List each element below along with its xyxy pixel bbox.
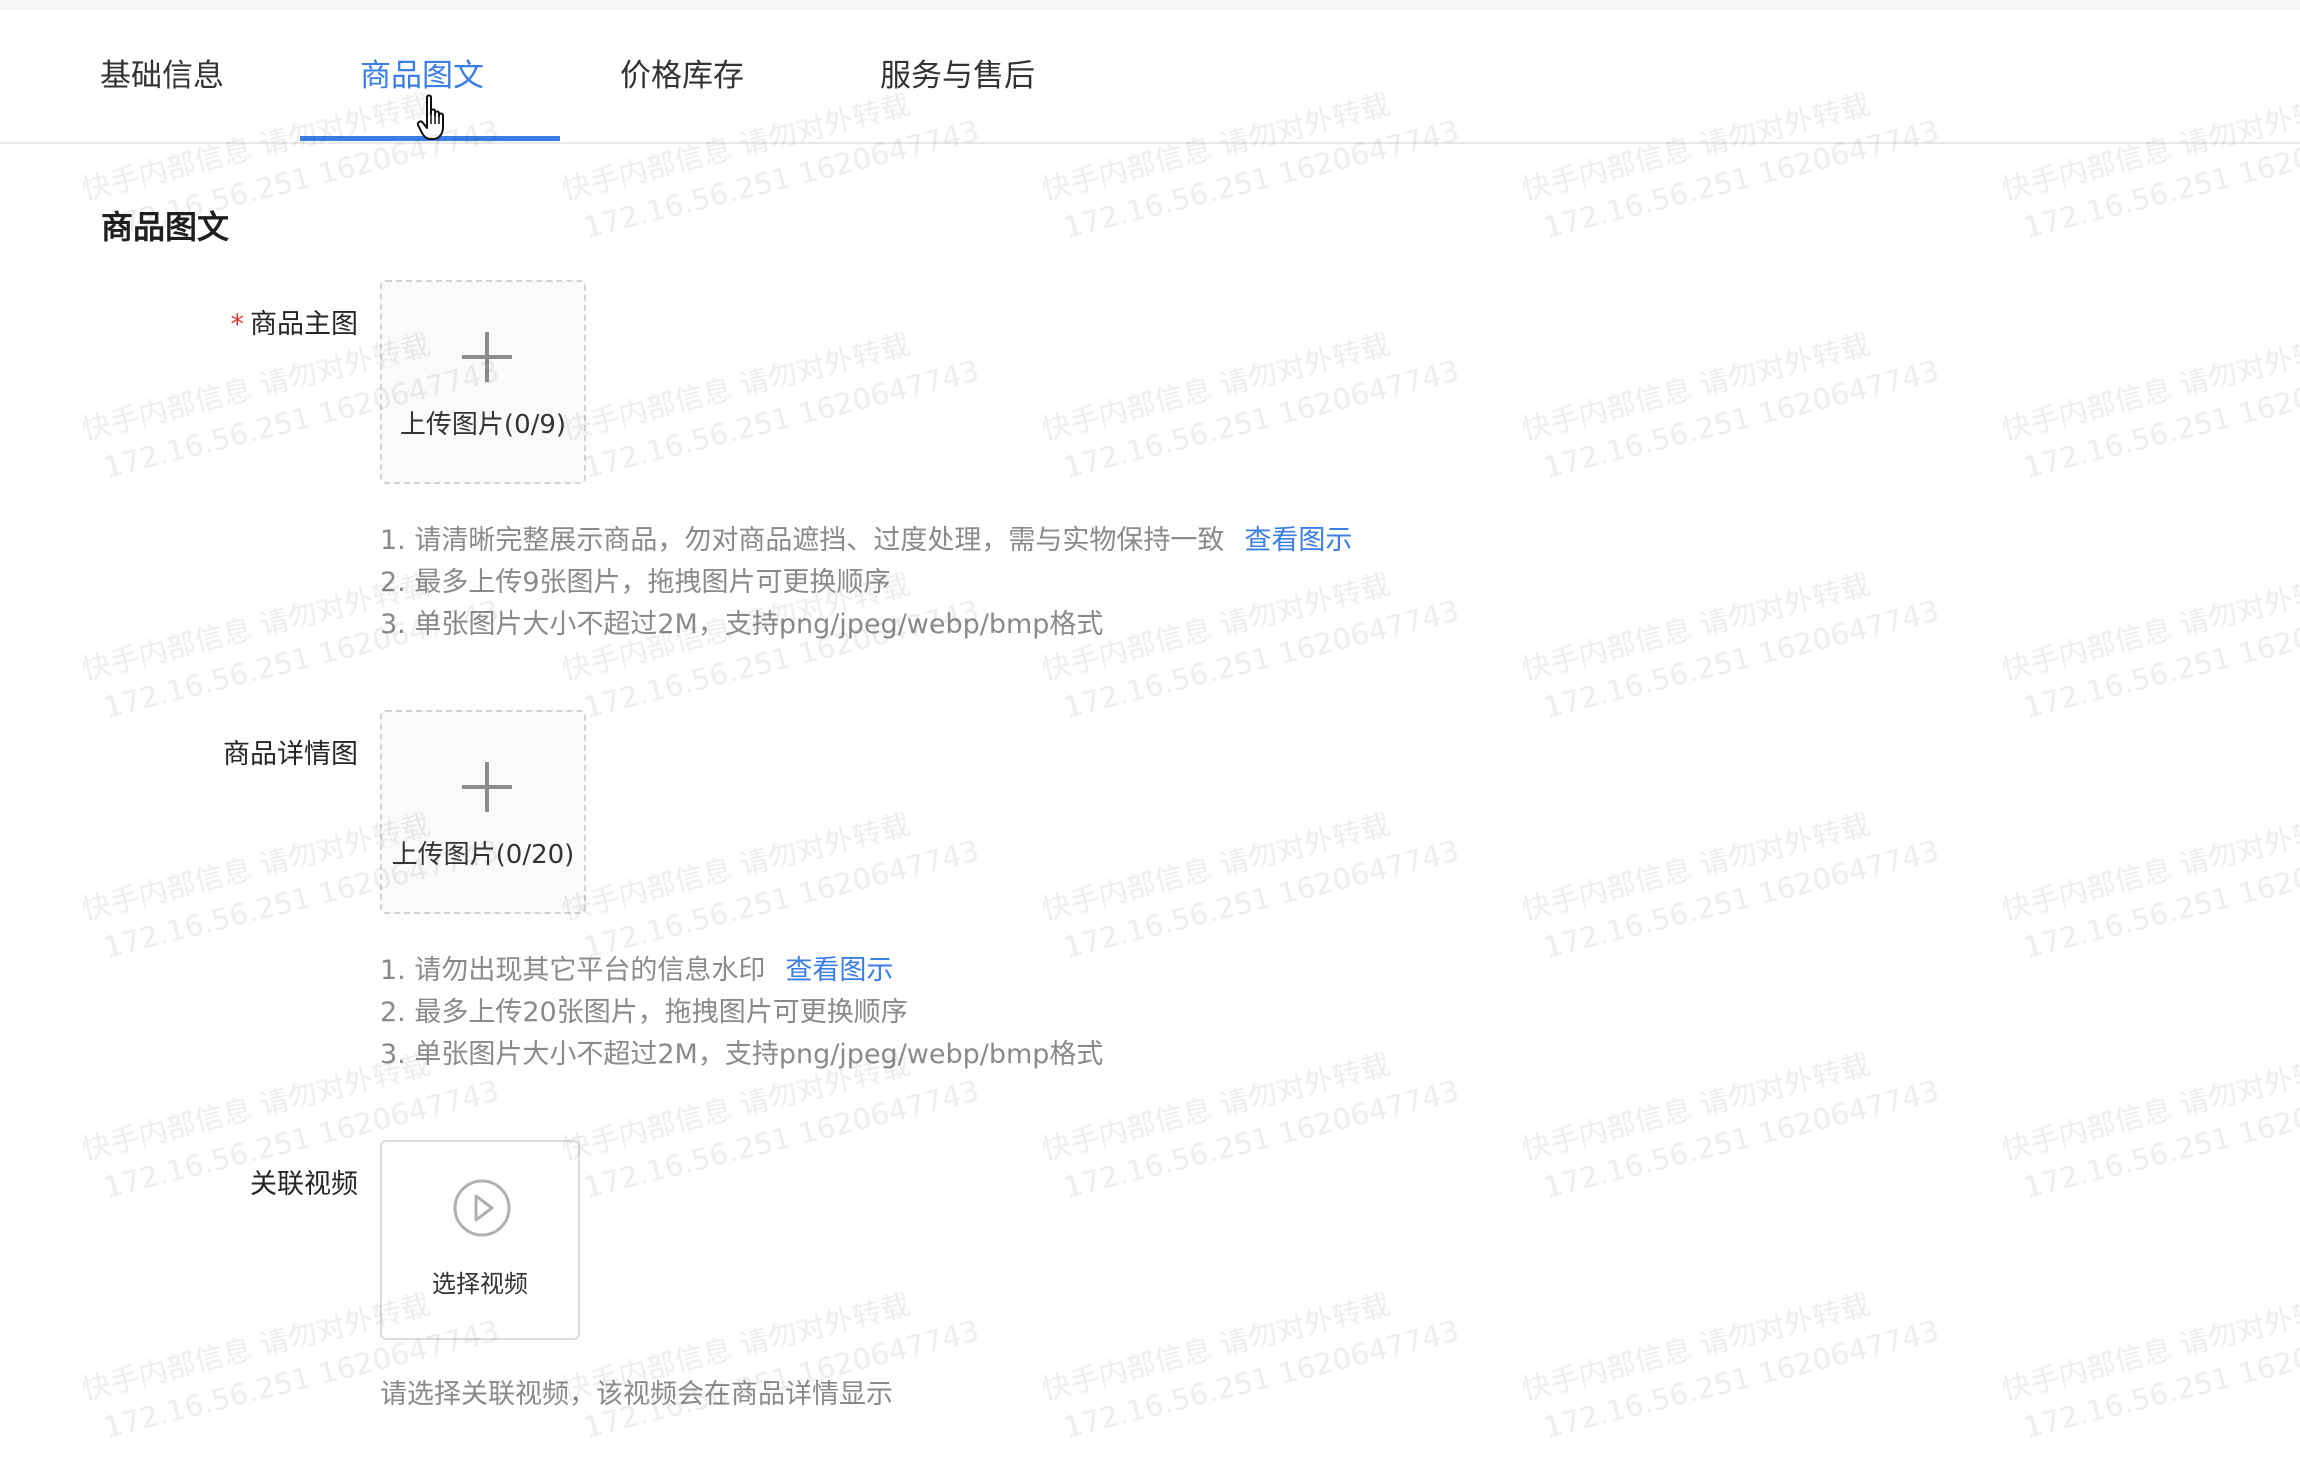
svg-text:快手内部信息 请勿对外转载: 快手内部信息 请勿对外转载 bbox=[1518, 1047, 1873, 1166]
plus-icon bbox=[462, 762, 512, 812]
tab-bar: 基础信息 商品图文 价格库存 服务与售后 bbox=[0, 10, 2300, 144]
hint-line: 1. 请清晰完整展示商品，勿对商品遮挡、过度处理，需与实物保持一致 查看图示 bbox=[380, 525, 1353, 556]
svg-text:快手内部信息 请勿对外转载: 快手内部信息 请勿对外转载 bbox=[1518, 807, 1873, 926]
main-image-label-text: 商品主图 bbox=[250, 309, 358, 340]
svg-text:172.16.56.251 1620647743: 172.16.56.251 1620647743 bbox=[1540, 353, 1942, 484]
detail-image-label: 商品详情图 bbox=[223, 739, 358, 770]
watermark: 快手内部信息 请勿对外转载172.16.56.251 1620647743 bbox=[1038, 327, 1462, 484]
watermark: 快手内部信息 请勿对外转载172.16.56.251 1620647743 bbox=[558, 807, 982, 964]
tab-basic-info[interactable]: 基础信息 bbox=[100, 50, 224, 95]
svg-text:172.16.56.251 1620647743: 172.16.56.251 1620647743 bbox=[1540, 1313, 1942, 1444]
hint-line: 2. 最多上传9张图片，拖拽图片可更换顺序 bbox=[380, 567, 891, 598]
main-image-label: * 商品主图 bbox=[231, 302, 359, 341]
watermark: 快手内部信息 请勿对外转载172.16.56.251 1620647743 bbox=[1038, 1287, 1462, 1444]
section-title: 商品图文 bbox=[101, 208, 230, 246]
svg-text:快手内部信息 请勿对外转载: 快手内部信息 请勿对外转载 bbox=[1998, 807, 2300, 926]
svg-text:172.16.56.251 1620647743: 172.16.56.251 1620647743 bbox=[580, 833, 982, 964]
watermark: 快手内部信息 请勿对外转载172.16.56.251 1620647743 bbox=[1038, 807, 1462, 964]
main-image-upload[interactable]: 上传图片(0/9) bbox=[380, 280, 586, 484]
tab-service-aftersale[interactable]: 服务与售后 bbox=[880, 50, 1035, 95]
svg-text:172.16.56.251 1620647743: 172.16.56.251 1620647743 bbox=[1060, 1313, 1462, 1444]
watermark: 快手内部信息 请勿对外转载172.16.56.251 1620647743 bbox=[1518, 1047, 1942, 1204]
svg-text:172.16.56.251 1620647743: 172.16.56.251 1620647743 bbox=[1540, 833, 1942, 964]
required-mark: * bbox=[230, 309, 245, 340]
watermark: 快手内部信息 请勿对外转载172.16.56.251 1620647743 bbox=[1998, 807, 2300, 964]
detail-image-hints: 1. 请勿出现其它平台的信息水印 查看图示 2. 最多上传20张图片，拖拽图片可更… bbox=[380, 950, 1103, 1076]
svg-text:快手内部信息 请勿对外转载: 快手内部信息 请勿对外转载 bbox=[1038, 327, 1393, 446]
watermark: 快手内部信息 请勿对外转载172.16.56.251 1620647743 bbox=[1998, 1047, 2300, 1204]
view-example-link[interactable]: 查看图示 bbox=[785, 955, 893, 986]
svg-text:快手内部信息 请勿对外转载: 快手内部信息 请勿对外转载 bbox=[1998, 1287, 2300, 1406]
watermark: 快手内部信息 请勿对外转载172.16.56.251 1620647743 bbox=[1518, 327, 1942, 484]
tab-price-stock[interactable]: 价格库存 bbox=[620, 50, 744, 95]
svg-text:172.16.56.251 1620647743: 172.16.56.251 1620647743 bbox=[1060, 353, 1462, 484]
watermark: 快手内部信息 请勿对外转载172.16.56.251 1620647743 bbox=[1518, 1287, 1942, 1444]
svg-text:快手内部信息 请勿对外转载: 快手内部信息 请勿对外转载 bbox=[1518, 1287, 1873, 1406]
svg-text:172.16.56.251 1620647743: 172.16.56.251 1620647743 bbox=[2020, 1313, 2300, 1444]
tab-product-images[interactable]: 商品图文 bbox=[360, 50, 484, 95]
svg-text:快手内部信息 请勿对外转载: 快手内部信息 请勿对外转载 bbox=[1518, 567, 1873, 686]
svg-text:172.16.56.251 1620647743: 172.16.56.251 1620647743 bbox=[1540, 1073, 1942, 1204]
hint-line: 1. 请勿出现其它平台的信息水印 查看图示 bbox=[380, 955, 894, 986]
watermark: 快手内部信息 请勿对外转载172.16.56.251 1620647743 bbox=[1998, 327, 2300, 484]
hint-line: 3. 单张图片大小不超过2M，支持png/jpeg/webp/bmp格式 bbox=[380, 1039, 1104, 1070]
svg-text:172.16.56.251 1620647743: 172.16.56.251 1620647743 bbox=[580, 353, 982, 484]
video-hint: 请选择关联视频，该视频会在商品详情显示 bbox=[380, 1379, 893, 1410]
svg-text:172.16.56.251 1620647743: 172.16.56.251 1620647743 bbox=[2020, 593, 2300, 724]
svg-text:快手内部信息 请勿对外转载: 快手内部信息 请勿对外转载 bbox=[1998, 1047, 2300, 1166]
svg-text:快手内部信息 请勿对外转载: 快手内部信息 请勿对外转载 bbox=[558, 327, 913, 446]
svg-text:快手内部信息 请勿对外转载: 快手内部信息 请勿对外转载 bbox=[1038, 1287, 1393, 1406]
plus-icon bbox=[462, 332, 512, 382]
watermark: 快手内部信息 请勿对外转载172.16.56.251 1620647743 bbox=[558, 327, 982, 484]
select-video-text: 选择视频 bbox=[432, 1270, 528, 1298]
svg-text:172.16.56.251 1620647743: 172.16.56.251 1620647743 bbox=[580, 1073, 982, 1204]
detail-image-upload[interactable]: 上传图片(0/20) bbox=[380, 710, 586, 914]
hand-cursor-icon bbox=[416, 94, 444, 140]
svg-text:快手内部信息 请勿对外转载: 快手内部信息 请勿对外转载 bbox=[1998, 567, 2300, 686]
watermark: 快手内部信息 请勿对外转载172.16.56.251 1620647743 bbox=[1998, 567, 2300, 724]
svg-text:172.16.56.251 1620647743: 172.16.56.251 1620647743 bbox=[2020, 1073, 2300, 1204]
svg-text:172.16.56.251 1620647743: 172.16.56.251 1620647743 bbox=[2020, 833, 2300, 964]
svg-text:快手内部信息 请勿对外转载: 快手内部信息 请勿对外转载 bbox=[558, 807, 913, 926]
watermark: 快手内部信息 请勿对外转载172.16.56.251 1620647743 bbox=[558, 1287, 982, 1444]
main-image-hints: 1. 请清晰完整展示商品，勿对商品遮挡、过度处理，需与实物保持一致 查看图示 2.… bbox=[380, 520, 1352, 646]
svg-text:快手内部信息 请勿对外转载: 快手内部信息 请勿对外转载 bbox=[1998, 327, 2300, 446]
watermark: 快手内部信息 请勿对外转载172.16.56.251 1620647743 bbox=[1998, 1287, 2300, 1444]
svg-text:快手内部信息 请勿对外转载: 快手内部信息 请勿对外转载 bbox=[1518, 327, 1873, 446]
main-image-upload-text: 上传图片(0/9) bbox=[399, 410, 567, 440]
detail-image-upload-text: 上传图片(0/20) bbox=[391, 840, 575, 870]
svg-text:172.16.56.251 1620647743: 172.16.56.251 1620647743 bbox=[2020, 353, 2300, 484]
video-label: 关联视频 bbox=[250, 1169, 358, 1200]
play-circle-icon bbox=[453, 1179, 511, 1237]
svg-text:172.16.56.251 1620647743: 172.16.56.251 1620647743 bbox=[1540, 593, 1942, 724]
product-edit-page: 基础信息 商品图文 价格库存 服务与售后 商品图文 * 商品主图 上传图片(0/9… bbox=[0, 10, 2300, 1466]
svg-text:172.16.56.251 1620647743: 172.16.56.251 1620647743 bbox=[1060, 833, 1462, 964]
hint-line: 3. 单张图片大小不超过2M，支持png/jpeg/webp/bmp格式 bbox=[380, 609, 1104, 640]
select-video-button[interactable]: 选择视频 bbox=[380, 1140, 580, 1340]
svg-text:快手内部信息 请勿对外转载: 快手内部信息 请勿对外转载 bbox=[1038, 807, 1393, 926]
svg-text:172.16.56.251 1620647743: 172.16.56.251 1620647743 bbox=[1060, 1073, 1462, 1204]
view-example-link[interactable]: 查看图示 bbox=[1244, 525, 1352, 556]
hint-line: 2. 最多上传20张图片，拖拽图片可更换顺序 bbox=[380, 997, 908, 1028]
watermark: 快手内部信息 请勿对外转载172.16.56.251 1620647743 bbox=[1518, 807, 1942, 964]
watermark: 快手内部信息 请勿对外转载172.16.56.251 1620647743 bbox=[1518, 567, 1942, 724]
